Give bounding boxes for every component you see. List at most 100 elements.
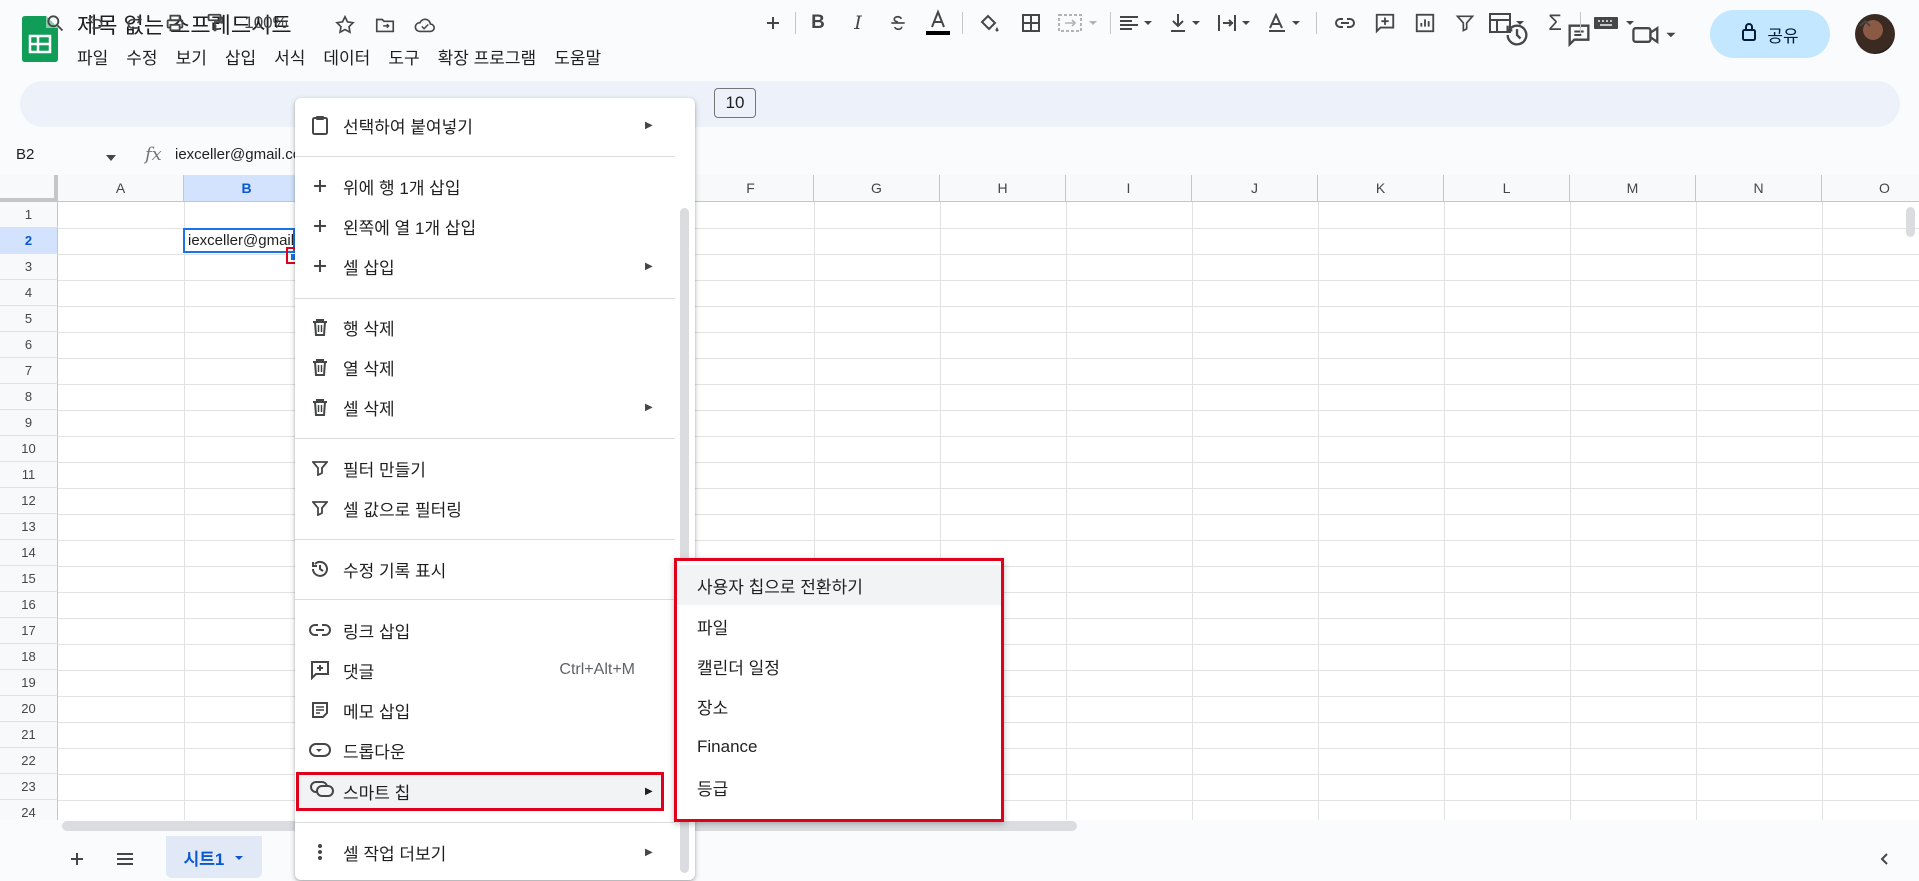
text-color-icon[interactable]	[922, 8, 954, 38]
insert-link-icon[interactable]	[1330, 8, 1360, 38]
menu-help[interactable]: 도움말	[545, 42, 610, 71]
submenu-item-finance[interactable]: Finance	[677, 727, 1001, 767]
menu-item-insert-link[interactable]: 링크 삽입	[295, 610, 675, 650]
search-menus-icon[interactable]	[40, 8, 70, 38]
zoom-select[interactable]: 100%	[240, 8, 292, 38]
menu-file[interactable]: 파일	[68, 42, 117, 71]
menu-extensions[interactable]: 확장 프로그램	[429, 42, 546, 71]
row-header[interactable]: 20	[0, 696, 58, 722]
insert-chart-icon[interactable]	[1410, 8, 1440, 38]
share-button[interactable]: 공유	[1710, 10, 1830, 58]
redo-icon[interactable]	[120, 8, 150, 38]
menu-view[interactable]: 보기	[167, 42, 216, 71]
menu-item-comment[interactable]: 댓글 Ctrl+Alt+M	[295, 650, 675, 690]
add-sheet-icon[interactable]	[62, 844, 92, 874]
submenu-item-file[interactable]: 파일	[677, 606, 1001, 646]
sheet-tab-active[interactable]: 시트1	[166, 836, 262, 878]
submenu-item-calendar-event[interactable]: 캘린더 일정	[677, 646, 1001, 686]
row-header[interactable]: 11	[0, 462, 58, 488]
column-header[interactable]: K	[1318, 175, 1444, 202]
row-header[interactable]: 24	[0, 800, 58, 820]
menu-item-insert-row-above[interactable]: 위에 행 1개 삽입	[295, 166, 675, 206]
fill-color-icon[interactable]	[974, 8, 1004, 38]
menu-item-filter-by-value[interactable]: 셀 값으로 필터링	[295, 488, 675, 528]
input-tools-icon[interactable]	[1592, 8, 1642, 38]
cloud-saved-icon[interactable]	[412, 12, 438, 38]
row-header[interactable]: 12	[0, 488, 58, 514]
row-header[interactable]: 1	[0, 202, 58, 228]
submenu-item-people-chip[interactable]: 사용자 칩으로 전환하기	[677, 565, 1001, 605]
merge-cells-icon[interactable]	[1056, 8, 1102, 38]
menu-item-delete-col[interactable]: 열 삭제	[295, 347, 675, 387]
row-header[interactable]: 17	[0, 618, 58, 644]
row-header[interactable]: 10	[0, 436, 58, 462]
menu-item-create-filter[interactable]: 필터 만들기	[295, 448, 675, 488]
menu-edit[interactable]: 수정	[117, 42, 166, 71]
bold-icon[interactable]: B	[805, 8, 831, 38]
name-box[interactable]: B2	[16, 146, 34, 163]
row-header[interactable]: 16	[0, 592, 58, 618]
column-header[interactable]: L	[1444, 175, 1570, 202]
selected-cell-b2[interactable]: iexceller@gmail.com	[183, 228, 295, 253]
star-icon[interactable]	[332, 12, 358, 38]
menu-item-insert-cells[interactable]: 셀 삽입 ▶	[295, 246, 675, 286]
collapse-side-panel-icon[interactable]	[1870, 844, 1900, 874]
row-header[interactable]: 22	[0, 748, 58, 774]
paint-format-icon[interactable]	[200, 8, 230, 38]
menu-item-more-cell-actions[interactable]: 셀 작업 더보기 ▶	[295, 832, 675, 872]
column-header[interactable]: B	[184, 175, 310, 202]
formula-input[interactable]: iexceller@gmail.com	[175, 146, 295, 163]
menu-data[interactable]: 데이터	[314, 42, 379, 71]
column-header[interactable]: A	[58, 175, 184, 202]
vertical-scrollbar[interactable]	[1906, 207, 1915, 237]
filter-icon[interactable]	[1450, 8, 1480, 38]
row-header[interactable]: 15	[0, 566, 58, 592]
functions-icon[interactable]: Σ	[1540, 8, 1570, 38]
row-header[interactable]: 14	[0, 540, 58, 566]
italic-icon[interactable]: I	[845, 8, 871, 38]
column-header[interactable]: H	[940, 175, 1066, 202]
menu-insert[interactable]: 삽입	[216, 42, 265, 71]
submenu-item-place[interactable]: 장소	[677, 686, 1001, 726]
font-size-input[interactable]: 10	[714, 88, 756, 118]
font-size-increase-icon[interactable]	[760, 8, 786, 38]
submenu-item-rating[interactable]: 등급	[677, 767, 1001, 807]
menu-item-show-edit-history[interactable]: 수정 기록 표시	[295, 549, 675, 589]
column-header[interactable]: M	[1570, 175, 1696, 202]
filter-views-icon[interactable]	[1488, 8, 1532, 38]
row-header[interactable]: 5	[0, 306, 58, 332]
column-header[interactable]: O	[1822, 175, 1919, 202]
menu-item-insert-col-left[interactable]: 왼쪽에 열 1개 삽입	[295, 206, 675, 246]
column-header[interactable]: I	[1066, 175, 1192, 202]
horizontal-align-icon[interactable]	[1118, 8, 1158, 38]
collapse-toolbar-icon[interactable]	[1850, 8, 1880, 38]
row-header[interactable]: 6	[0, 332, 58, 358]
text-wrapping-icon[interactable]	[1216, 8, 1258, 38]
row-header[interactable]: 8	[0, 384, 58, 410]
move-folder-icon[interactable]	[372, 12, 398, 38]
column-header[interactable]: F	[688, 175, 814, 202]
menu-item-insert-note[interactable]: 메모 삽입	[295, 690, 675, 730]
name-box-dropdown-icon[interactable]	[105, 150, 117, 168]
row-header[interactable]: 2	[0, 228, 58, 254]
row-header[interactable]: 3	[0, 254, 58, 280]
menu-item-delete-cells[interactable]: 셀 삭제 ▶	[295, 387, 675, 427]
column-header[interactable]: J	[1192, 175, 1318, 202]
row-header[interactable]: 7	[0, 358, 58, 384]
column-header[interactable]: N	[1696, 175, 1822, 202]
text-rotation-icon[interactable]	[1266, 8, 1308, 38]
print-icon[interactable]	[160, 8, 190, 38]
menu-item-paste-special[interactable]: 선택하여 붙여넣기 ▶	[295, 105, 675, 145]
row-header[interactable]: 19	[0, 670, 58, 696]
menu-item-delete-row[interactable]: 행 삭제	[295, 307, 675, 347]
row-header[interactable]: 21	[0, 722, 58, 748]
row-header[interactable]: 18	[0, 644, 58, 670]
strikethrough-icon[interactable]	[884, 8, 912, 38]
menu-format[interactable]: 서식	[265, 42, 314, 71]
row-header[interactable]: 23	[0, 774, 58, 800]
borders-icon[interactable]	[1016, 8, 1046, 38]
select-all-corner[interactable]	[0, 175, 58, 202]
row-header[interactable]: 9	[0, 410, 58, 436]
row-header[interactable]: 4	[0, 280, 58, 306]
undo-icon[interactable]	[80, 8, 110, 38]
